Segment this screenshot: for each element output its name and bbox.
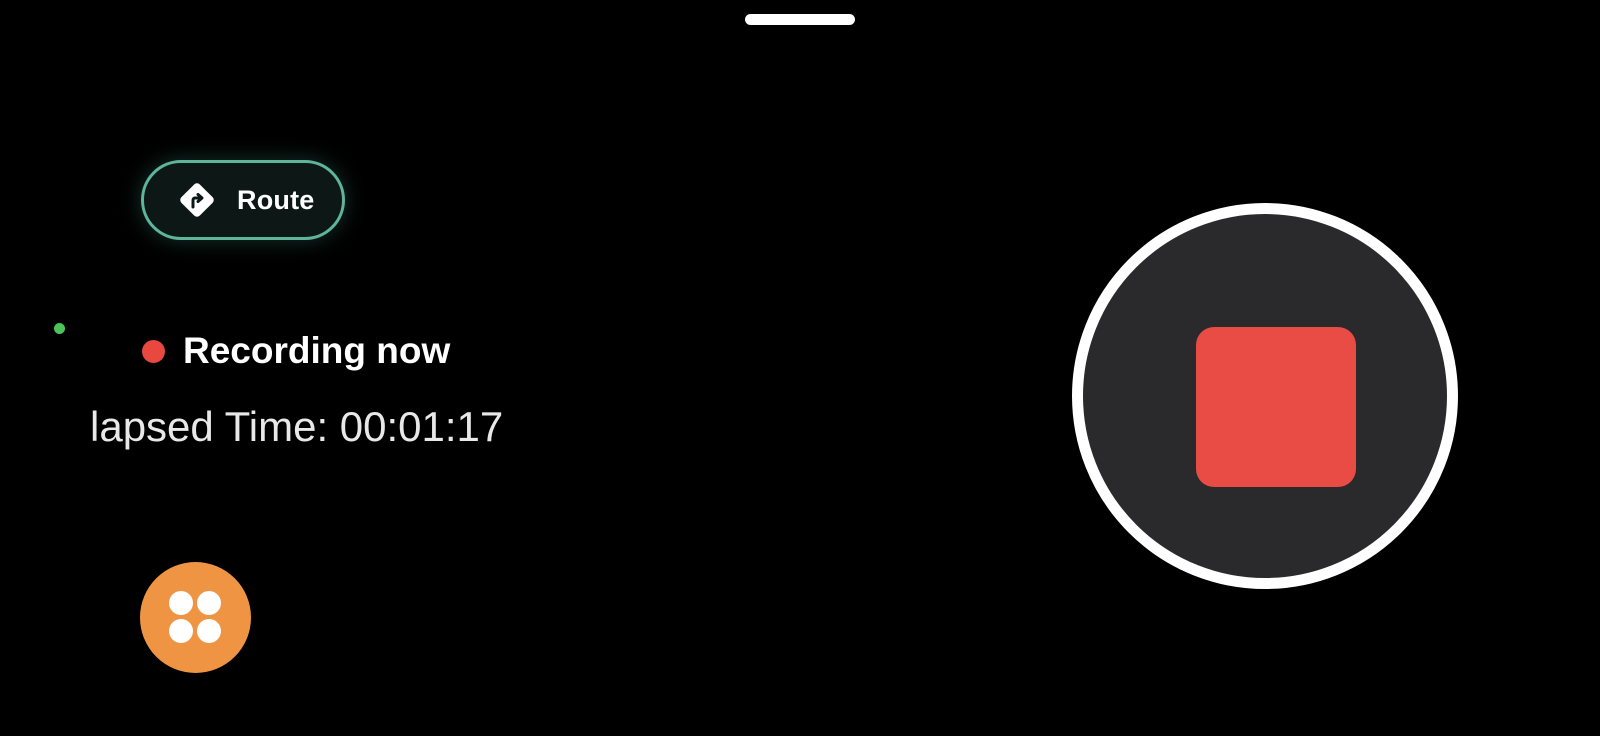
route-button-label: Route: [237, 184, 315, 215]
recording-label: Recording now: [183, 330, 451, 371]
route-button[interactable]: Route: [141, 160, 345, 240]
menu-button[interactable]: [140, 562, 251, 673]
turn-right-diamond-icon: [177, 180, 217, 220]
stop-square-icon: [1196, 327, 1356, 487]
camera-recording-screen: Route Recording now lapsed Time: 00:01:1…: [0, 0, 1600, 736]
status-indicator-dot: [54, 323, 65, 334]
elapsed-time: lapsed Time: 00:01:17: [90, 403, 504, 450]
recording-status: Recording now: [142, 330, 450, 372]
home-indicator[interactable]: [745, 14, 855, 25]
stop-recording-button[interactable]: [1072, 203, 1458, 589]
recording-dot-icon: [142, 339, 165, 363]
